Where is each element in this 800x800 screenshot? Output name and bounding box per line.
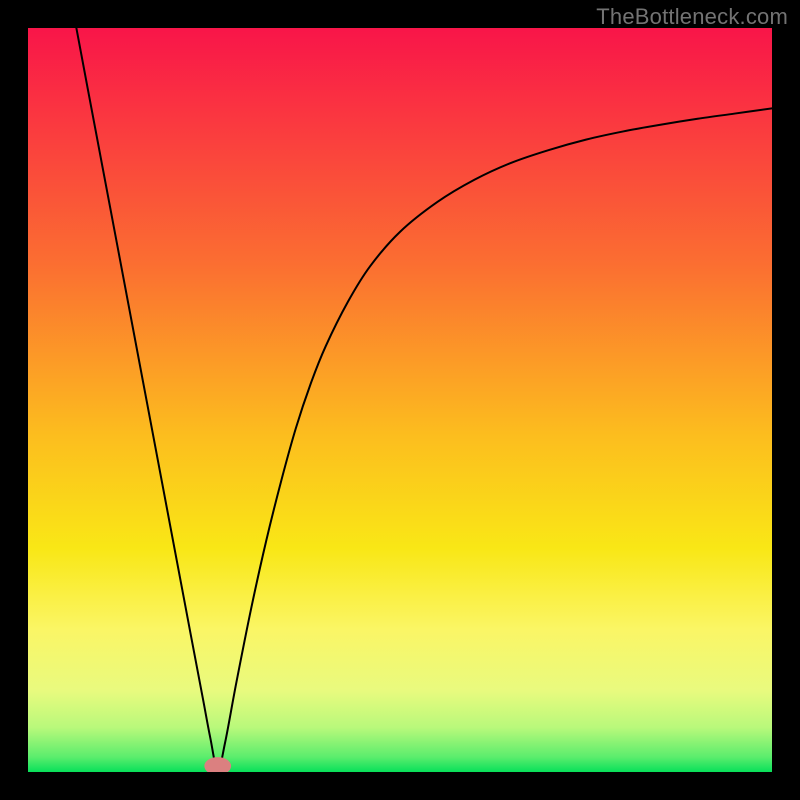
plot-area	[28, 28, 772, 772]
watermark-text: TheBottleneck.com	[596, 4, 788, 30]
chart-svg	[28, 28, 772, 772]
chart-container: TheBottleneck.com	[0, 0, 800, 800]
gradient-background	[28, 28, 772, 772]
